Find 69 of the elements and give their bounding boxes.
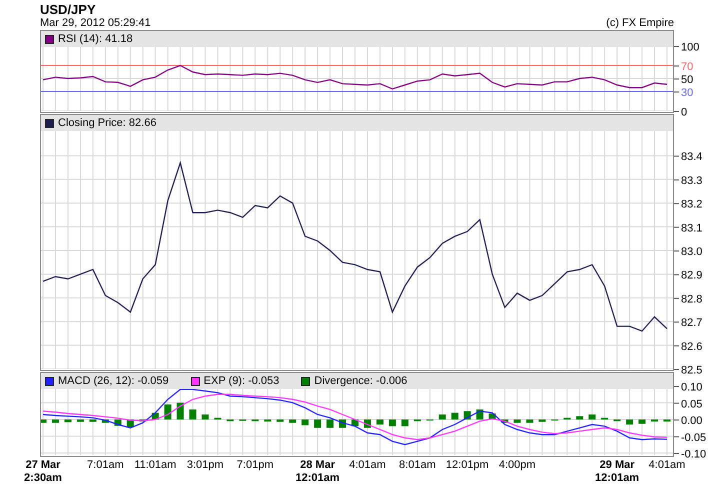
divergence-bar bbox=[638, 420, 646, 424]
divergence-bar bbox=[76, 420, 84, 422]
tick-marks bbox=[674, 46, 680, 112]
divergence-bar bbox=[102, 420, 109, 423]
divergence-bar bbox=[451, 412, 458, 420]
divergence-bar bbox=[276, 420, 284, 422]
axis-label: 100 bbox=[681, 42, 700, 54]
axis-label: 4:01am bbox=[648, 459, 686, 472]
divergence-bar bbox=[289, 420, 296, 423]
axis-label: 82.8 bbox=[681, 293, 702, 306]
axis-label: 7:01pm bbox=[236, 459, 274, 472]
divergence-bar bbox=[588, 414, 596, 420]
divergence-bar bbox=[501, 420, 508, 423]
axis-label: 29 Mar 12:01am bbox=[595, 459, 640, 485]
axis-label: 0.05 bbox=[681, 398, 702, 410]
divergence-bar bbox=[89, 420, 96, 422]
copyright: (c) FX Empire bbox=[606, 17, 674, 29]
divergence-bar bbox=[401, 420, 408, 426]
axis-label: 83.3 bbox=[681, 174, 702, 187]
axis-label: 28 Mar 12:01am bbox=[296, 459, 340, 485]
reference-label: 30 bbox=[681, 87, 694, 99]
divergence-bar bbox=[314, 420, 322, 428]
axis-label: 82.7 bbox=[681, 317, 702, 330]
axis-label: 4:00pm bbox=[498, 459, 536, 472]
divergence-bar bbox=[326, 420, 334, 428]
axis-label: 83.0 bbox=[681, 246, 702, 258]
axis-label: 11:01am bbox=[134, 459, 176, 472]
axis-label: 4:01am bbox=[349, 459, 386, 472]
reference-label: 70 bbox=[681, 61, 694, 73]
divergence-bar bbox=[52, 420, 59, 423]
axis-label: 83.1 bbox=[681, 222, 702, 234]
legend-label: MACD (26, 12): -0.059 bbox=[58, 375, 169, 387]
divergence-bar bbox=[302, 420, 309, 426]
axis-label: 0.10 bbox=[681, 382, 702, 394]
axis-label: 82.9 bbox=[681, 270, 702, 282]
divergence-bar bbox=[189, 409, 196, 420]
divergence-bar bbox=[164, 404, 172, 420]
legend-label: Divergence: -0.006 bbox=[314, 375, 408, 387]
axis-label: -0.05 bbox=[681, 432, 706, 444]
divergence-bar bbox=[514, 420, 521, 423]
divergence-bar bbox=[626, 420, 634, 425]
axis-label: 0.00 bbox=[681, 415, 702, 427]
chart-title: USD/JPY bbox=[40, 2, 97, 17]
axis-label: 50 bbox=[681, 74, 694, 86]
axis-label: 83.2 bbox=[681, 198, 702, 211]
axis-label: 3:01pm bbox=[186, 459, 224, 472]
tick-marks bbox=[674, 386, 680, 454]
axis-label: 7:01am bbox=[87, 459, 124, 472]
legend-label: EXP (9): -0.053 bbox=[204, 375, 280, 387]
divergence-bar bbox=[202, 414, 209, 420]
divergence-bar bbox=[388, 420, 396, 426]
divergence-bar bbox=[438, 414, 446, 420]
axis-label: 27 Mar 2:30am bbox=[24, 459, 62, 485]
axis-label: 0 bbox=[681, 106, 688, 118]
axis-label: 82.5 bbox=[681, 364, 702, 376]
axis-label: -0.10 bbox=[681, 448, 706, 460]
axis-label: 83.4 bbox=[681, 151, 702, 164]
axis-label: 82.6 bbox=[681, 340, 702, 353]
divergence-bar bbox=[526, 420, 534, 423]
axis-label: 8:01am bbox=[399, 459, 436, 472]
axis-label: 12:01pm bbox=[446, 459, 489, 472]
legend-label: Closing Price: 82.66 bbox=[58, 117, 156, 129]
divergence-bar bbox=[64, 420, 72, 422]
legend-label: RSI (14): 41.18 bbox=[58, 33, 133, 45]
divergence-bar bbox=[538, 420, 546, 422]
divergence-bar bbox=[576, 416, 584, 420]
divergence-bar bbox=[41, 420, 46, 423]
timestamp: Mar 29, 2012 05:29:41 bbox=[40, 17, 151, 29]
divergence-bar bbox=[376, 420, 384, 425]
